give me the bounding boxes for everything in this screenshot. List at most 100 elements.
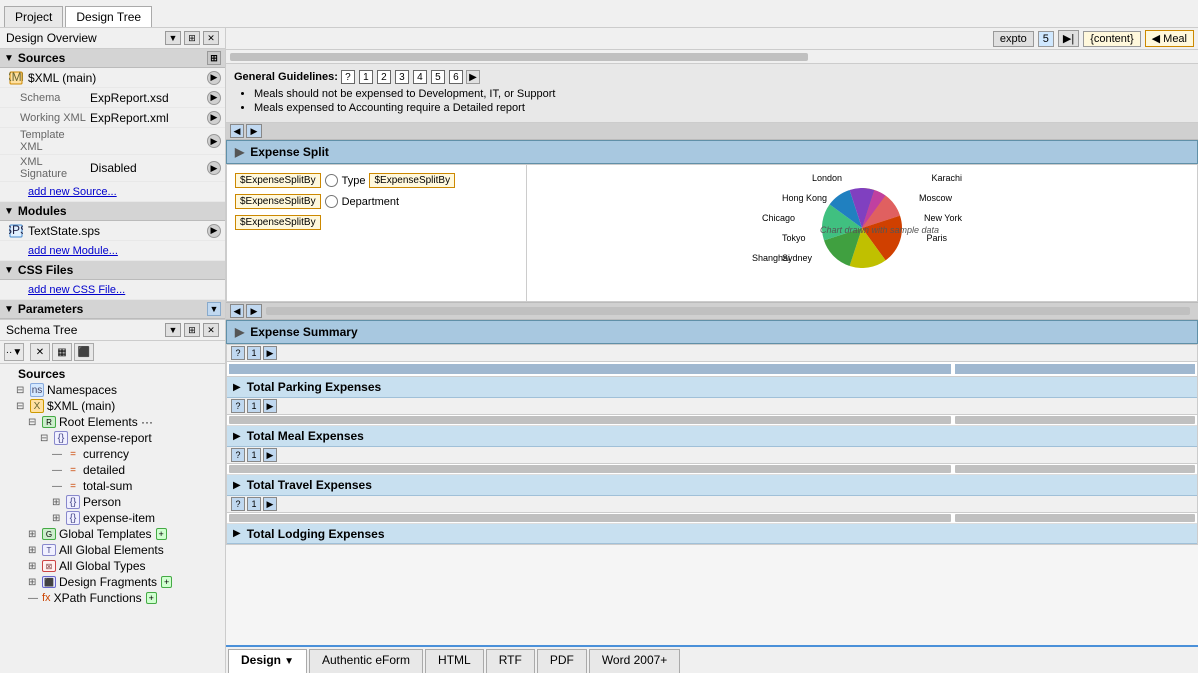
schema-dropdown-btn[interactable]: ··▼ [4, 343, 24, 361]
content-btn-arrow[interactable]: ▶| [1058, 30, 1079, 47]
schema-xpath-functions-item[interactable]: — fx XPath Functions + [2, 590, 223, 606]
maximize-button[interactable]: ⊞ [184, 31, 200, 45]
num-btn-1[interactable]: 1 [359, 70, 373, 84]
field-btn-3[interactable]: $ExpenseSplitBy [235, 215, 321, 230]
schema-total-sum-item[interactable]: — = total-sum [2, 478, 223, 494]
tab-pdf[interactable]: PDF [537, 649, 587, 673]
schema-expense-report-item[interactable]: ⊟ {} expense-report [2, 430, 223, 446]
schema-detailed-item[interactable]: — = detailed [2, 462, 223, 478]
num-btn-q[interactable]: ? [341, 70, 355, 84]
schema-currency-item[interactable]: — = currency [2, 446, 223, 462]
travel-row[interactable]: ▶ Total Travel Expenses [227, 475, 1197, 496]
schema-global-templates-item[interactable]: ⊞ G Global Templates + [2, 526, 223, 542]
sources-expand-btn[interactable]: ⊞ [207, 51, 221, 65]
expense-summary-band[interactable]: ▶ Expense Summary [226, 320, 1198, 344]
textstate-options-btn[interactable]: ▶ [207, 224, 221, 238]
tab-project[interactable]: Project [4, 6, 63, 27]
col-bar-1 [229, 364, 951, 374]
schema-chart-btn[interactable]: ⬛ [74, 343, 94, 361]
meal-nav-r[interactable]: ▶ [263, 448, 277, 462]
parking-scroll [227, 415, 1197, 426]
xml-signature-options-btn[interactable]: ▶ [207, 161, 221, 175]
sum-nav-1-btn[interactable]: 1 [247, 346, 261, 360]
travel-nav-1[interactable]: 1 [247, 497, 261, 511]
schema-design-fragments-item[interactable]: ⊞ ⬛ Design Fragments + [2, 574, 223, 590]
num-btn-4[interactable]: 4 [413, 70, 427, 84]
tab-word[interactable]: Word 2007+ [589, 649, 681, 673]
park-nav-q[interactable]: ? [231, 399, 245, 413]
schema-expense-item-item[interactable]: ⊞ {} expense-item [2, 510, 223, 526]
working-xml-options-btn[interactable]: ▶ [207, 111, 221, 125]
park-nav-r[interactable]: ▶ [263, 399, 277, 413]
add-css-link[interactable]: add new CSS File... [20, 282, 133, 298]
num-btn-5[interactable]: 5 [431, 70, 445, 84]
global-templates-add-btn[interactable]: + [156, 528, 167, 540]
park-nav-1[interactable]: 1 [247, 399, 261, 413]
schema-person-item[interactable]: ⊞ {} Person [2, 494, 223, 510]
textstate-item[interactable]: SPS TextState.sps ▶ [0, 221, 225, 241]
tab-design-dropdown-icon[interactable]: ▼ [284, 656, 294, 667]
template-xml-options-btn[interactable]: ▶ [207, 134, 221, 148]
tab-rtf[interactable]: RTF [486, 649, 535, 673]
nav2-left-btn[interactable]: ◀ [230, 304, 244, 318]
num-btn-2[interactable]: 2 [377, 70, 391, 84]
lodging-row[interactable]: ▶ Total Lodging Expenses [227, 524, 1197, 544]
meal-nav-q[interactable]: ? [231, 448, 245, 462]
xpath-functions-add-btn[interactable]: + [146, 592, 157, 604]
schema-xml-main-label: $XML (main) [47, 399, 115, 413]
xml-main-item[interactable]: XML $XML (main) ▶ [0, 68, 225, 88]
tab-authentic-eform[interactable]: Authentic eForm [309, 649, 423, 673]
xml-main-options-btn[interactable]: ▶ [207, 71, 221, 85]
parameters-scroll-btn[interactable]: ▼ [207, 302, 221, 316]
nav-left-btn[interactable]: ◀ [230, 124, 244, 138]
sources-section-header[interactable]: ▼ Sources ⊞ [0, 49, 225, 68]
schema-namespaces-item[interactable]: ⊟ ns Namespaces [2, 382, 223, 398]
content-btn-1[interactable]: 5 [1038, 31, 1054, 47]
radio-dept[interactable] [325, 195, 338, 208]
css-section-header[interactable]: ▼ CSS Files [0, 261, 225, 280]
nav-right-btn[interactable]: ▶ [246, 124, 262, 138]
meal-nav-1[interactable]: 1 [247, 448, 261, 462]
schema-table-btn[interactable]: ▦ [52, 343, 72, 361]
travel-nav-q[interactable]: ? [231, 497, 245, 511]
meal-btn[interactable]: ◀ Meal [1145, 30, 1194, 47]
travel-nav-r[interactable]: ▶ [263, 497, 277, 511]
tab-html[interactable]: HTML [425, 649, 484, 673]
parameters-section-header[interactable]: ▼ Parameters ▼ [0, 300, 225, 319]
schema-delete-btn[interactable]: ✕ [30, 343, 50, 361]
schema-options-btn[interactable]: ▶ [207, 91, 221, 105]
radio-type[interactable] [325, 174, 338, 187]
num-btn-3[interactable]: 3 [395, 70, 409, 84]
parking-row[interactable]: ▶ Total Parking Expenses [227, 377, 1197, 398]
tab-design-tree[interactable]: Design Tree [65, 6, 152, 27]
tab-design[interactable]: Design ▼ [228, 649, 307, 673]
schema-xml-main-item[interactable]: ⊟ X $XML (main) [2, 398, 223, 414]
schema-all-global-types-item[interactable]: ⊞ ⊠ All Global Types [2, 558, 223, 574]
field-btn-2[interactable]: $ExpenseSplitBy [235, 194, 321, 209]
expto-btn[interactable]: expto [993, 31, 1034, 47]
field-btn-1a[interactable]: $ExpenseSplitBy [235, 173, 321, 188]
schema-root-elements-item[interactable]: ⊟ R Root Elements ··· [2, 414, 223, 430]
add-module-link[interactable]: add new Module... [20, 243, 126, 259]
sum-nav-r-btn[interactable]: ▶ [263, 346, 277, 360]
schema-close-btn[interactable]: ✕ [203, 323, 219, 337]
detailed-icon: = [66, 463, 80, 477]
field-btn-1b[interactable]: $ExpenseSplitBy [369, 173, 455, 188]
close-button[interactable]: ✕ [203, 31, 219, 45]
h-scroll-2[interactable] [266, 307, 1190, 315]
h-scrollbar-thumb[interactable] [230, 53, 808, 61]
guidelines-expand-btn[interactable]: ▶ [466, 70, 480, 84]
add-source-link[interactable]: add new Source... [20, 184, 125, 200]
schema-pin-btn[interactable]: ▼ [165, 323, 181, 337]
modules-section-header[interactable]: ▼ Modules [0, 202, 225, 221]
expense-split-band[interactable]: ▶ Expense Split [226, 140, 1198, 164]
meal-row[interactable]: ▶ Total Meal Expenses [227, 426, 1197, 447]
pin-button[interactable]: ▼ [165, 31, 181, 45]
schema-all-global-elements-item[interactable]: ⊞ T All Global Elements [2, 542, 223, 558]
nav2-right-btn[interactable]: ▶ [246, 304, 262, 318]
schema-max-btn[interactable]: ⊞ [184, 323, 200, 337]
design-fragments-add-btn[interactable]: + [161, 576, 172, 588]
sum-nav-q-btn[interactable]: ? [231, 346, 245, 360]
num-btn-6[interactable]: 6 [449, 70, 463, 84]
meal-scroll [227, 464, 1197, 475]
